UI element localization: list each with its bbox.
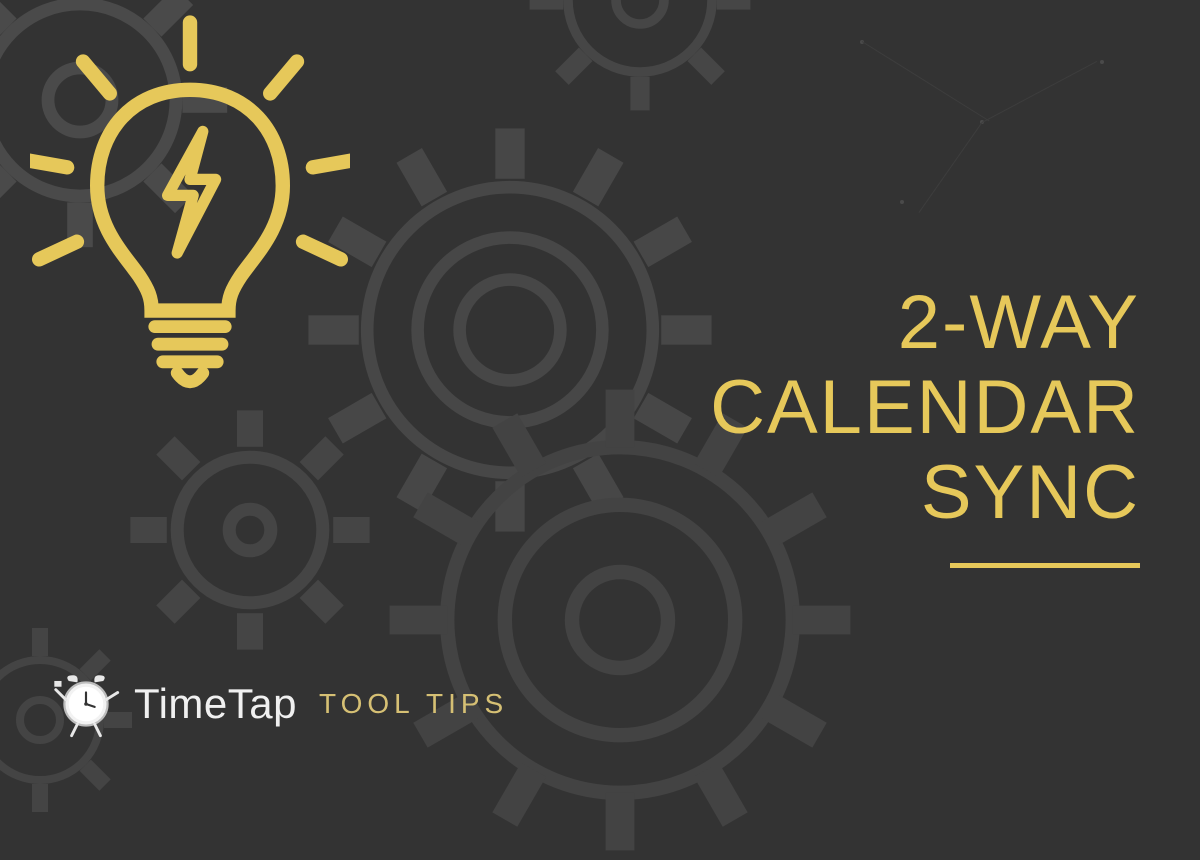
promo-banner: 2-WAY CALENDAR SYNC bbox=[0, 0, 1200, 800]
page-title: 2-WAY CALENDAR SYNC bbox=[710, 280, 1140, 568]
title-underline bbox=[950, 563, 1140, 568]
brand-logo: TimeTap TOOL TIPS bbox=[50, 668, 508, 740]
network-line bbox=[982, 61, 1097, 123]
network-line bbox=[862, 41, 990, 121]
brand-tagline: TOOL TIPS bbox=[319, 688, 508, 720]
network-dot bbox=[1100, 60, 1104, 64]
lightbulb-icon bbox=[30, 10, 350, 400]
gear-icon bbox=[520, 0, 760, 120]
gear-icon bbox=[120, 400, 380, 660]
brand-name: TimeTap bbox=[134, 680, 297, 728]
network-dot bbox=[900, 200, 904, 204]
network-line bbox=[918, 122, 982, 213]
title-line-3: SYNC bbox=[710, 450, 1140, 535]
title-line-1: 2-WAY bbox=[710, 280, 1140, 365]
clock-mascot-icon bbox=[50, 668, 122, 740]
title-line-2: CALENDAR bbox=[710, 365, 1140, 450]
